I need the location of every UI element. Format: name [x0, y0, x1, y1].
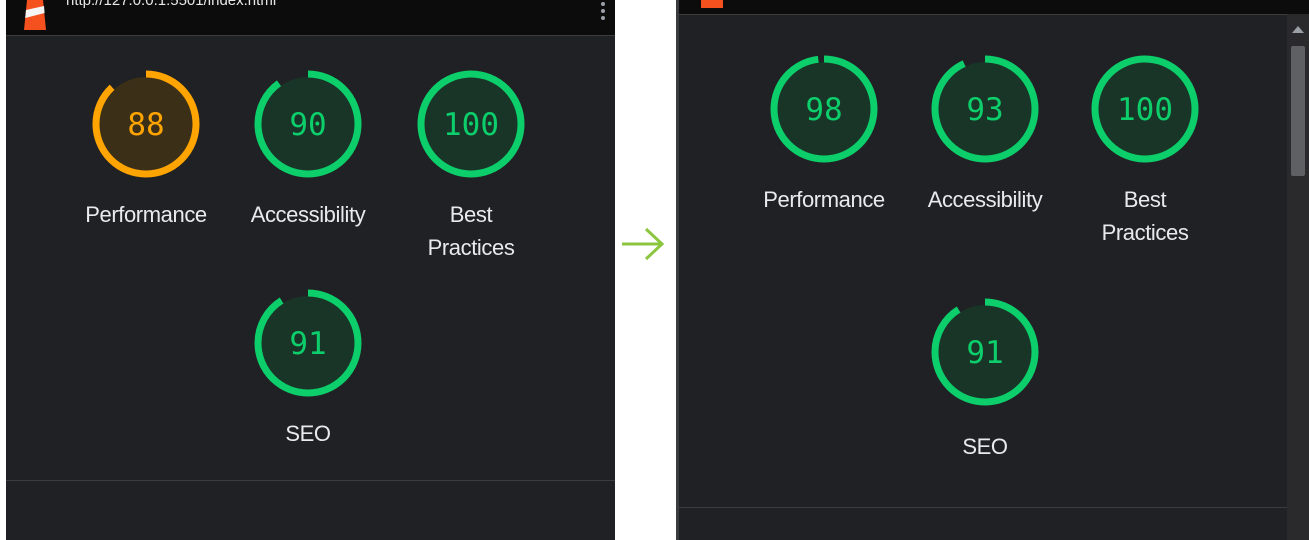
gauge-label-line: SEO — [285, 421, 331, 446]
gauge-score: 100 — [443, 107, 499, 143]
kebab-menu-icon[interactable] — [601, 2, 605, 23]
gauge-best-practices[interactable]: 100 Best Practices — [406, 68, 536, 264]
gauge-label-line: Best — [449, 202, 493, 227]
gauge-score: 93 — [966, 92, 1003, 128]
gauge-seo[interactable]: 91 SEO — [920, 296, 1050, 463]
browser-topbar — [679, 0, 1309, 15]
gauge-label-line: SEO — [962, 434, 1008, 459]
gauge-seo[interactable]: 91 SEO — [243, 287, 373, 450]
gauge-performance[interactable]: 88 Performance — [81, 68, 211, 231]
gauge-best-practices[interactable]: 100 Best Practices — [1080, 53, 1210, 249]
gauge-label-line: Best — [1123, 187, 1167, 212]
scroll-thumb[interactable] — [1291, 46, 1305, 176]
gauge-score: 100 — [1117, 92, 1173, 128]
report-before-panel: http://127.0.0.1:5501/index.html 88 Perf… — [6, 0, 615, 540]
gauge-score: 91 — [289, 326, 326, 362]
gauge-score: 88 — [127, 107, 164, 143]
gauge-label-line: Performance — [85, 202, 207, 227]
lighthouse-logo-icon — [701, 0, 723, 8]
gauge-label-line: Practices — [427, 235, 515, 260]
gauge-label: SEO — [920, 430, 1050, 463]
section-divider — [6, 480, 615, 481]
gauge-score: 98 — [805, 92, 842, 128]
vertical-scrollbar[interactable] — [1287, 14, 1309, 540]
gauge-label-line: Accessibility — [250, 202, 366, 227]
scroll-up-icon[interactable] — [1292, 26, 1304, 33]
gauge-label: Best Practices — [406, 198, 536, 264]
gauge-score: 91 — [966, 335, 1003, 371]
gauge-label: Performance — [81, 198, 211, 231]
gauge-accessibility[interactable]: 90 Accessibility — [243, 68, 373, 231]
gauge-accessibility[interactable]: 93 Accessibility — [920, 53, 1050, 216]
gauge-label: SEO — [243, 417, 373, 450]
arrow-right-icon — [622, 227, 665, 261]
section-divider — [679, 507, 1287, 508]
gauge-performance[interactable]: 98 Performance — [759, 53, 889, 216]
gauge-label: Accessibility — [243, 198, 373, 231]
report-after-panel: 98 Performance 93 Accessibility 100 Best… — [676, 0, 1309, 540]
gauge-label: Performance — [759, 183, 889, 216]
page-url[interactable]: http://127.0.0.1:5501/index.html — [66, 0, 276, 9]
browser-topbar: http://127.0.0.1:5501/index.html — [6, 0, 615, 36]
gauge-label-line: Practices — [1101, 220, 1189, 245]
lighthouse-logo-icon — [24, 0, 46, 30]
gauge-label: Best Practices — [1080, 183, 1210, 249]
gauge-score: 90 — [289, 107, 326, 143]
gauge-label-line: Accessibility — [927, 187, 1043, 212]
gauge-label: Accessibility — [920, 183, 1050, 216]
gauge-label-line: Performance — [763, 187, 885, 212]
